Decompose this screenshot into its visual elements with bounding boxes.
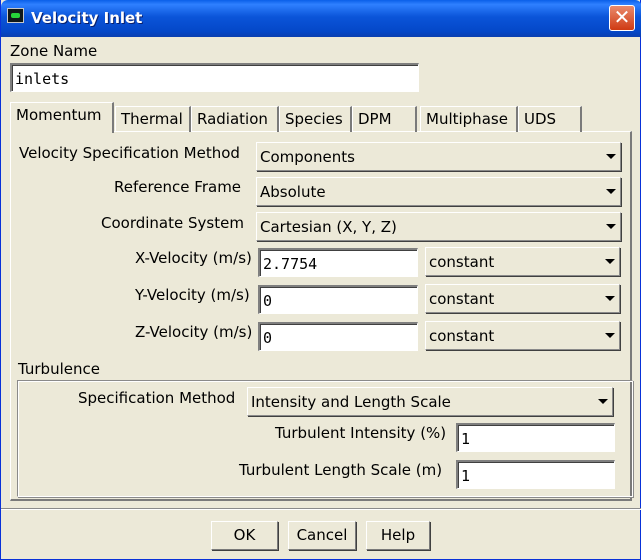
ok-button[interactable]: OK (211, 521, 278, 550)
window-title: Velocity Inlet (31, 9, 143, 27)
z-velocity-input[interactable]: 0 (258, 322, 418, 351)
tab-species[interactable]: Species (279, 106, 352, 132)
chevron-down-icon (606, 224, 616, 229)
coordinate-system-dropdown[interactable]: Cartesian (X, Y, Z) (256, 212, 621, 241)
reference-frame-dropdown[interactable]: Absolute (256, 177, 621, 206)
fluent-app-icon (7, 8, 24, 23)
reference-frame-value: Absolute (260, 183, 326, 201)
chevron-down-icon (605, 333, 615, 338)
chevron-down-icon (605, 296, 615, 301)
x-velocity-profile-dropdown[interactable]: constant (425, 247, 620, 276)
turbulent-length-scale-input[interactable]: 1 (456, 460, 615, 489)
tab-dpm[interactable]: DPM (352, 106, 417, 132)
velocity-spec-value: Components (260, 148, 355, 166)
button-separator (1, 508, 641, 510)
turbulence-spec-dropdown[interactable]: Intensity and Length Scale (247, 387, 613, 416)
cancel-button[interactable]: Cancel (288, 521, 356, 550)
coordinate-system-label: Coordinate System (101, 214, 244, 232)
turbulence-spec-label: Specification Method (78, 389, 236, 407)
reference-frame-label: Reference Frame (114, 178, 242, 196)
z-velocity-profile-dropdown[interactable]: constant (425, 321, 620, 350)
chevron-down-icon (606, 154, 616, 159)
z-velocity-profile-value: constant (429, 327, 495, 345)
z-velocity-label: Z-Velocity (m/s) (135, 323, 253, 341)
turbulent-length-scale-label: Turbulent Length Scale (m) (239, 461, 443, 479)
turbulence-heading: Turbulence (18, 360, 100, 378)
chevron-down-icon (606, 189, 616, 194)
turbulent-intensity-label: Turbulent Intensity (%) (275, 424, 447, 442)
turbulent-intensity-input[interactable]: 1 (456, 423, 615, 452)
velocity-inlet-dialog: Velocity Inlet ✕ Zone Name inlets Moment… (0, 0, 641, 560)
zone-name-label: Zone Name (10, 42, 98, 60)
velocity-spec-label: Velocity Specification Method (19, 144, 240, 162)
zone-name-input[interactable]: inlets (10, 63, 419, 92)
close-x-icon: ✕ (613, 5, 631, 29)
y-velocity-label: Y-Velocity (m/s) (135, 286, 250, 304)
y-velocity-input[interactable]: 0 (258, 285, 418, 314)
chevron-down-icon (605, 259, 615, 264)
turbulence-spec-value: Intensity and Length Scale (251, 393, 451, 411)
velocity-spec-dropdown[interactable]: Components (256, 142, 621, 171)
close-button[interactable]: ✕ (609, 5, 635, 31)
x-velocity-profile-value: constant (429, 253, 495, 271)
y-velocity-profile-value: constant (429, 290, 495, 308)
tab-thermal[interactable]: Thermal (115, 106, 191, 132)
help-button[interactable]: Help (366, 521, 430, 550)
title-bar[interactable]: Velocity Inlet ✕ (1, 0, 641, 37)
x-velocity-label: X-Velocity (m/s) (135, 249, 252, 267)
tab-momentum[interactable]: Momentum (10, 102, 114, 133)
chevron-down-icon (598, 399, 608, 404)
tab-multiphase[interactable]: Multiphase (420, 106, 518, 132)
x-velocity-input[interactable]: 2.7754 (258, 248, 418, 277)
tab-uds[interactable]: UDS (518, 106, 582, 132)
coordinate-system-value: Cartesian (X, Y, Z) (260, 218, 397, 236)
tab-radiation[interactable]: Radiation (191, 106, 279, 132)
y-velocity-profile-dropdown[interactable]: constant (425, 284, 620, 313)
